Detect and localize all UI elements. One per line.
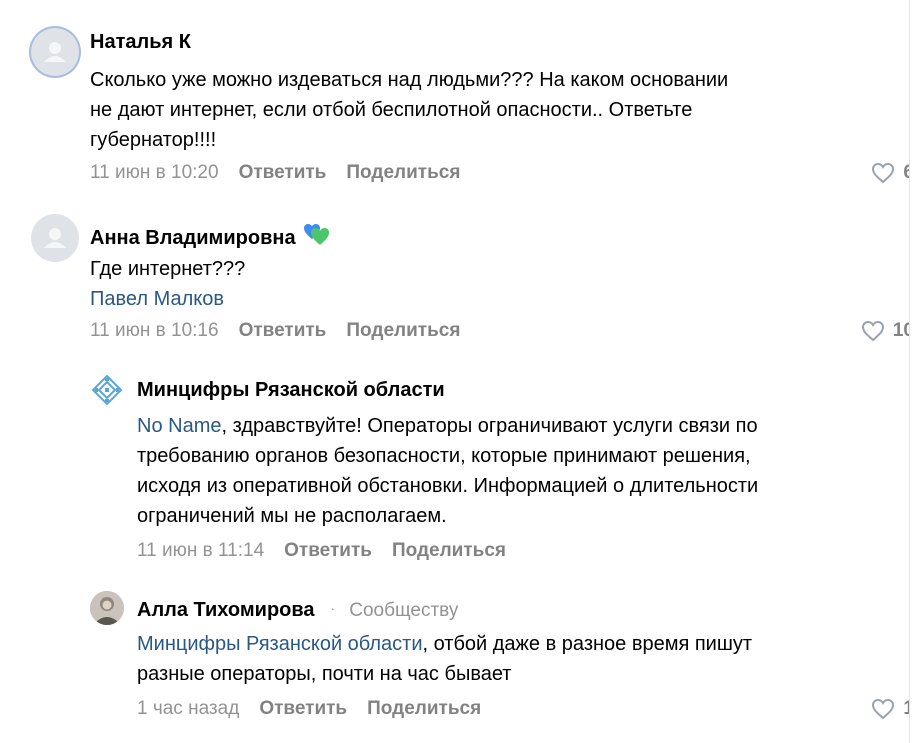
comment-meta: 11 июн в 10:20 Ответить Поделиться — [90, 161, 460, 185]
ministry-avatar[interactable] — [90, 373, 124, 407]
comment-text-line: не дают интернет, если отбой беспилотной… — [90, 99, 693, 121]
avatar[interactable] — [31, 214, 79, 262]
reply-meta: 1 час назад Ответить Поделиться — [137, 697, 481, 721]
reply-text-line: требованию органов безопасности, которые… — [137, 445, 751, 467]
reply-meta: 11 июн в 11:14 Ответить Поделиться — [137, 539, 506, 563]
mention-link[interactable]: Павел Малков — [90, 284, 224, 314]
reply-text-line: разные операторы, почти на час бывает — [137, 663, 512, 685]
heart-icon — [861, 320, 884, 342]
user-placeholder-icon — [44, 228, 66, 248]
reply-ministry: Минцифры Рязанской области No Name, здра… — [0, 360, 908, 580]
reply-timestamp[interactable]: 1 час назад — [137, 697, 239, 721]
comment-meta: 11 июн в 10:16 Ответить Поделиться — [90, 319, 460, 343]
share-button[interactable]: Поделиться — [392, 539, 506, 563]
reply-author[interactable]: Минцифры Рязанской области — [137, 378, 445, 402]
reply-text-line: No Name, здравствуйте! Операторы огранич… — [137, 411, 758, 441]
reply-text-line: ограничений мы не располагаем. — [137, 505, 447, 527]
reply-timestamp[interactable]: 11 июн в 11:14 — [137, 539, 264, 563]
community-tag: Сообществу — [349, 600, 459, 621]
reply-text: , здравствуйте! Операторы ограничивают у… — [221, 415, 758, 437]
user-photo-avatar — [90, 591, 124, 625]
reply-button[interactable]: Ответить — [239, 319, 327, 343]
like-button[interactable]: 6 — [871, 161, 914, 185]
mention-link[interactable]: Минцифры Рязанской области — [137, 633, 423, 655]
reply-text-line: Минцифры Рязанской области, отбой даже в… — [137, 629, 752, 659]
reply-text: , отбой даже в разное время пишут — [422, 633, 753, 655]
avatar[interactable] — [90, 591, 124, 625]
like-button[interactable]: 1 — [871, 697, 914, 721]
comment-author[interactable]: Наталья К — [90, 30, 191, 54]
comment-author[interactable]: Анна Владимировна — [90, 221, 331, 250]
like-button[interactable]: 10 — [861, 319, 914, 343]
share-button[interactable]: Поделиться — [346, 161, 460, 185]
ministry-logo-icon — [91, 374, 123, 406]
reply-button[interactable]: Ответить — [259, 697, 347, 721]
share-button[interactable]: Поделиться — [367, 697, 481, 721]
comment-timestamp[interactable]: 11 июн в 10:16 — [90, 319, 219, 343]
mention-link[interactable]: No Name — [137, 415, 221, 437]
reply-author[interactable]: Алла Тихомирова · Сообществу — [137, 596, 458, 623]
reply-alla: Алла Тихомирова · Сообществу Минцифры Ряза… — [0, 580, 914, 743]
two-hearts-emoji-icon — [304, 224, 330, 245]
comment-anna: Анна Владимировна Где интернет??? Павел … — [0, 200, 914, 360]
comment-text-line: Сколько уже можно издеваться над людьми?… — [90, 69, 729, 91]
heart-icon — [872, 698, 895, 720]
comment-text-line: губернатор!!!! — [90, 129, 217, 151]
comment-natalya: Наталья К Сколько уже можно издеваться н… — [0, 0, 914, 200]
author-name: Алла Тихомирова — [137, 599, 315, 621]
heart-icon — [872, 162, 895, 184]
reply-button[interactable]: Ответить — [284, 539, 372, 563]
comment-timestamp[interactable]: 11 июн в 10:20 — [90, 161, 219, 185]
avatar[interactable] — [31, 28, 79, 76]
author-name: Анна Владимировна — [90, 227, 296, 249]
separator-dot: · — [330, 600, 336, 616]
user-placeholder-icon — [44, 42, 66, 62]
reply-button[interactable]: Ответить — [239, 161, 327, 185]
share-button[interactable]: Поделиться — [346, 319, 460, 343]
comment-text: Где интернет??? — [90, 258, 246, 280]
reply-text-line: исходя из оперативной обстановки. Информ… — [137, 475, 759, 497]
page-edge-divider — [909, 0, 922, 743]
